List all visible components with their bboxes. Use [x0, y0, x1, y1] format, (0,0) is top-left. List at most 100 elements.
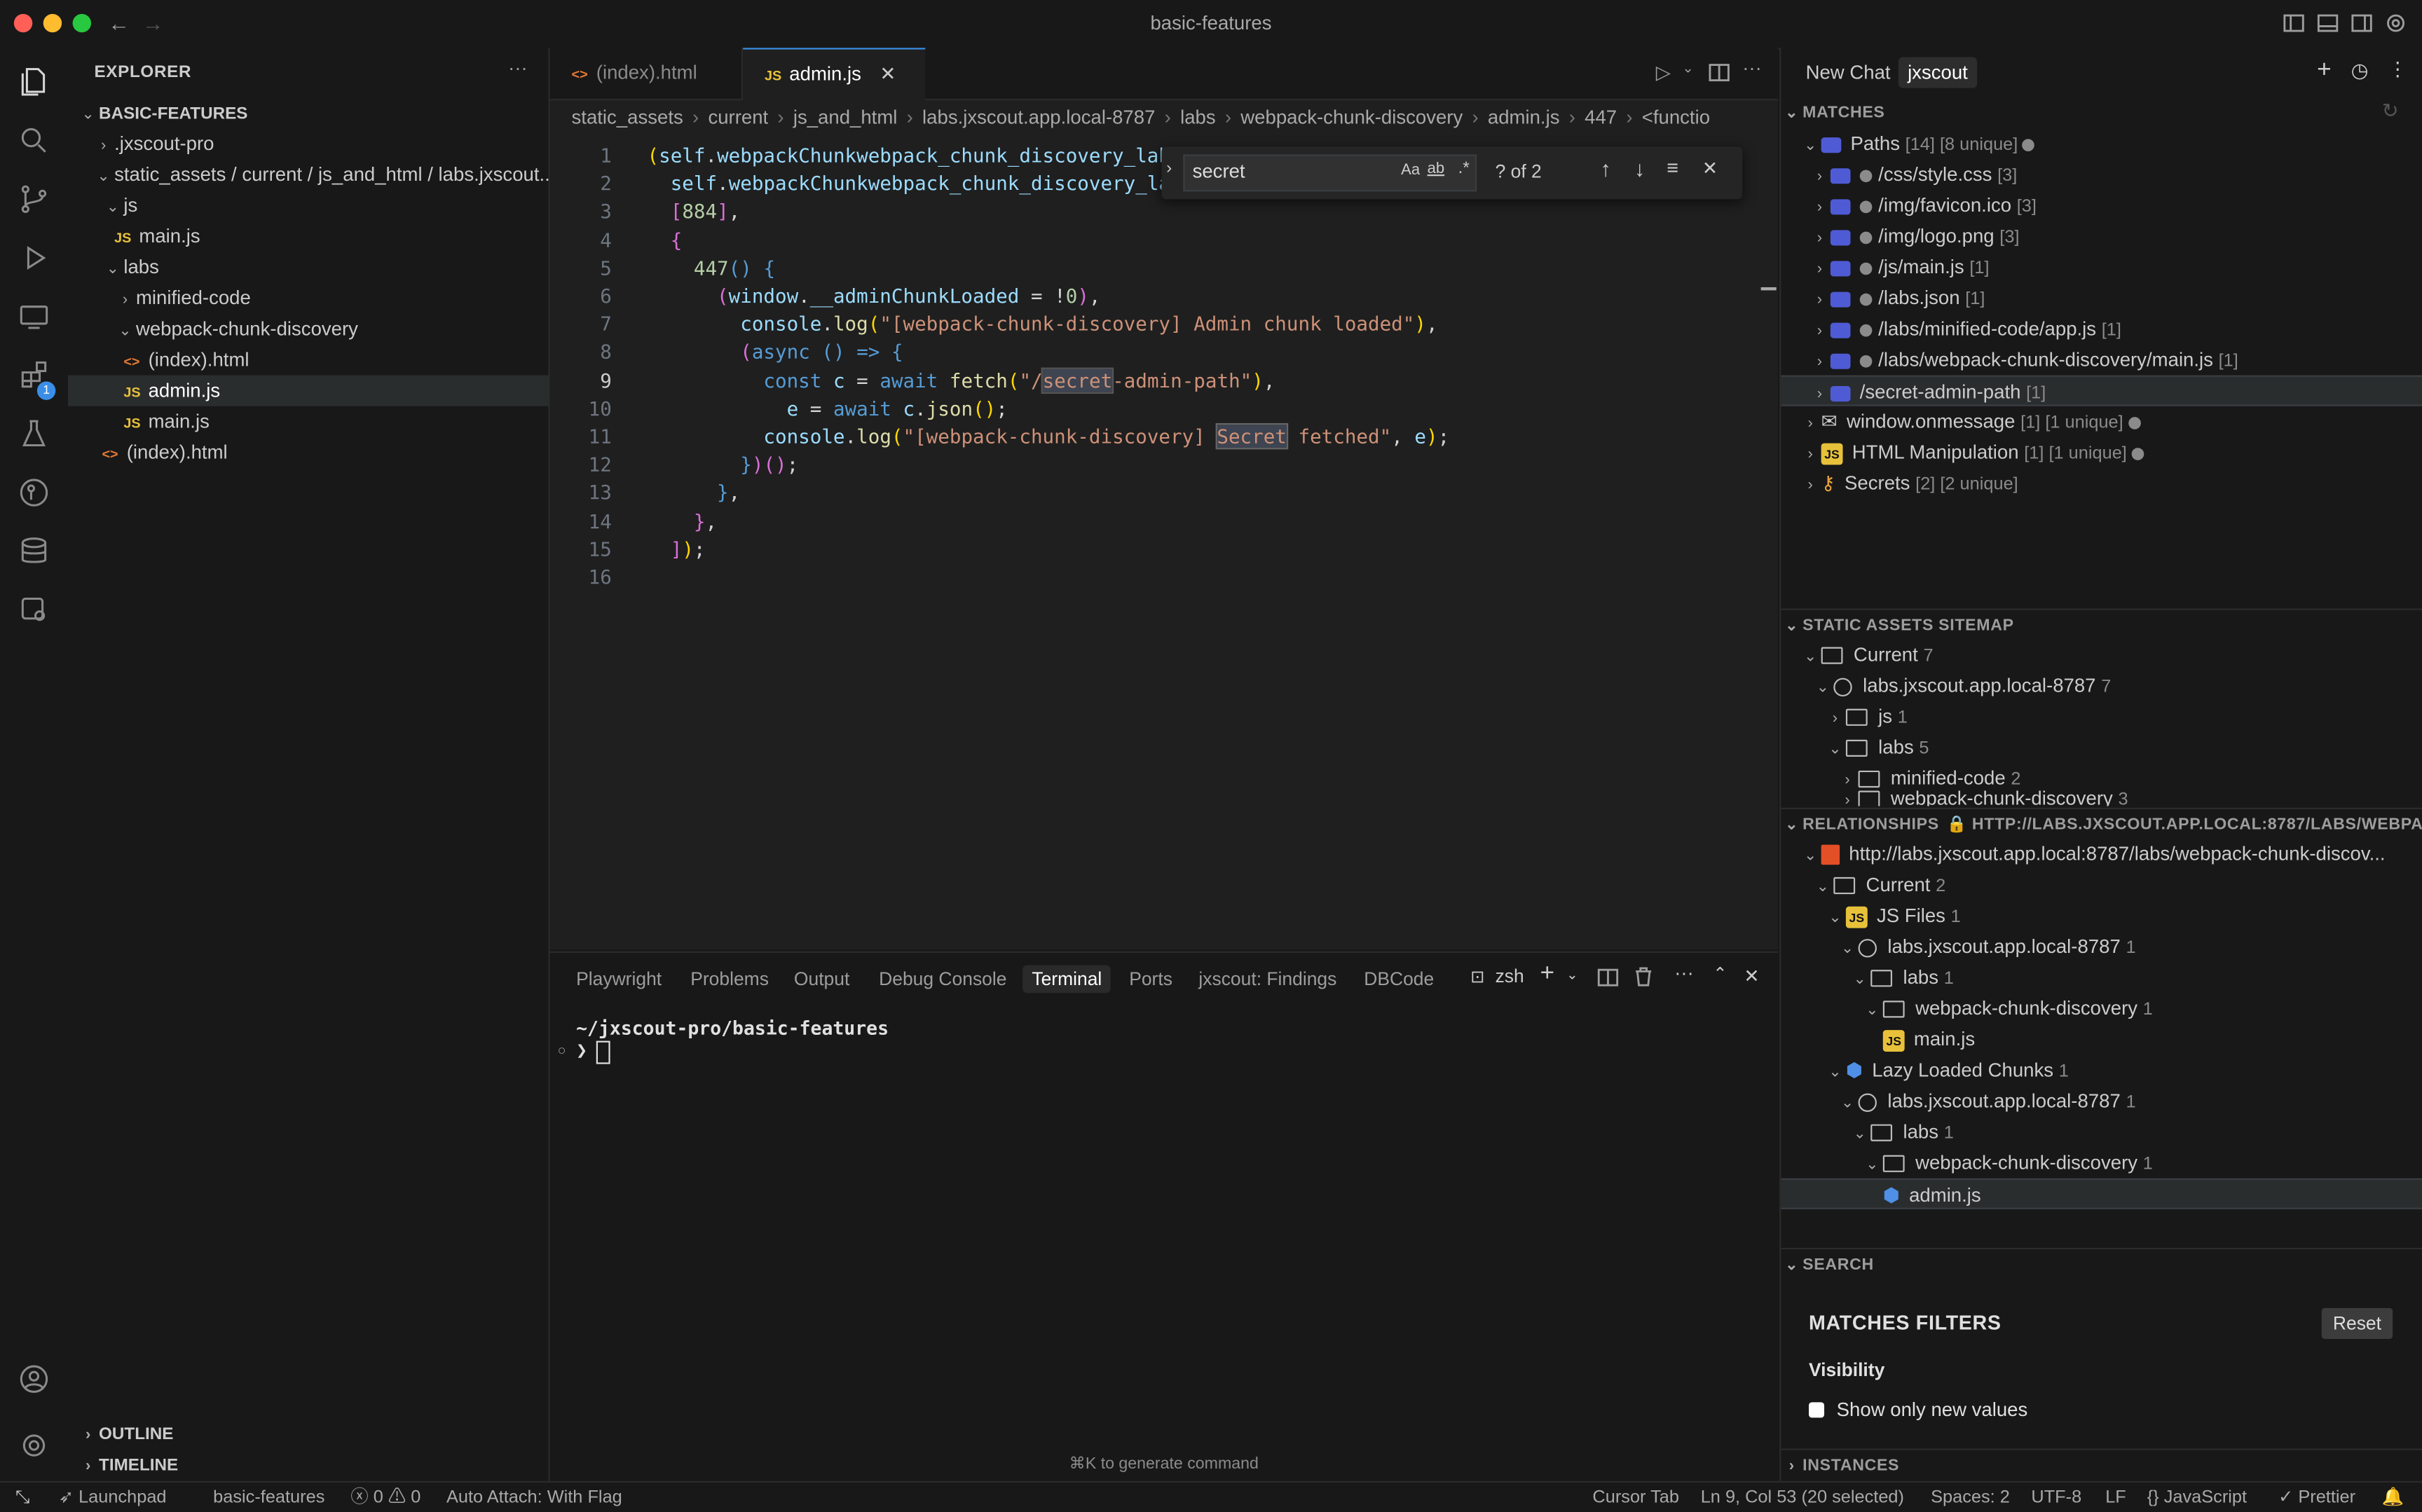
match-path-item[interactable]: › /secret-admin-path [1]	[1781, 375, 2422, 406]
maximize-panel-icon[interactable]: ⌃	[1713, 963, 1727, 984]
match-path-item[interactable]: › /img/favicon.ico [3]	[1781, 190, 2422, 221]
code-line[interactable]: 16	[550, 563, 1778, 591]
right-more-icon[interactable]: ⋮	[2388, 57, 2408, 81]
match-path-item[interactable]: › /labs.json [1]	[1781, 282, 2422, 313]
relationships-header[interactable]: ⌄ RELATIONSHIPS 🔒 HTTP://LABS.JXSCOUT.APP.L…	[1781, 807, 2422, 840]
sitemap-minified-code[interactable]: › minified-code 2	[1781, 763, 2422, 794]
match-path-item[interactable]: › /labs/webpack-chunk-discovery/main.js […	[1781, 345, 2422, 376]
tab-new-chat[interactable]: New Chat	[1806, 62, 1891, 83]
more-actions-icon[interactable]: ···	[508, 57, 528, 79]
sitemap-header[interactable]: ⌄ STATIC ASSETS SITEMAP	[1781, 608, 2422, 640]
search-header[interactable]: ⌄ SEARCH	[1781, 1247, 2422, 1280]
code-line[interactable]: 15 ]);	[550, 535, 1778, 563]
sitemap-labs[interactable]: ⌄ labs 5	[1781, 732, 2422, 763]
split-editor-icon[interactable]	[1709, 63, 1730, 82]
code-line[interactable]: 9 const c = await fetch("/secret-admin-p…	[550, 366, 1778, 395]
shell-name[interactable]: zsh	[1496, 965, 1524, 987]
sitemap-js[interactable]: › js 1	[1781, 701, 2422, 732]
outline-section[interactable]: › OUTLINE	[68, 1420, 548, 1450]
tab-playwright[interactable]: Playwright	[576, 965, 662, 994]
breadcrumb-item[interactable]: current	[708, 106, 768, 128]
account-icon[interactable]	[15, 1361, 53, 1398]
git-graph-icon[interactable]	[15, 474, 53, 511]
code-line[interactable]: 11 console.log("[webpack-chunk-discovery…	[550, 422, 1778, 451]
tree-item-labs-folder[interactable]: ⌄ labs	[68, 252, 548, 282]
tree-item-static-assets[interactable]: ⌄ static_assets / current / js_and_html /…	[68, 159, 555, 190]
add-icon[interactable]: +	[2317, 57, 2332, 85]
rel-webpack-chunk-discovery[interactable]: ⌄ webpack-chunk-discovery 1	[1781, 993, 2422, 1024]
code-view[interactable]: 1 (self.webpackChunkwebpack_chunk_discove…	[550, 142, 1778, 605]
toggle-panel-icon[interactable]	[2317, 14, 2339, 32]
code-line[interactable]: 14 },	[550, 507, 1778, 535]
rel-webpack-chunk-discovery-2[interactable]: ⌄ webpack-chunk-discovery 1	[1781, 1148, 2422, 1178]
match-case-icon[interactable]: Aa	[1401, 162, 1420, 179]
remote-explorer-icon[interactable]	[15, 298, 53, 335]
close-find-icon[interactable]: ✕	[1702, 158, 1718, 179]
refresh-icon[interactable]: ↻	[2382, 99, 2399, 123]
breadcrumb-item[interactable]: admin.js	[1488, 106, 1560, 128]
previous-match-icon[interactable]: ↑	[1600, 156, 1610, 181]
tree-item-webpack-chunk-discovery[interactable]: ⌄ webpack-chunk-discovery	[68, 313, 548, 344]
tab-problems[interactable]: Problems	[690, 965, 769, 994]
close-tab-icon[interactable]: ✕	[880, 63, 896, 85]
reset-button[interactable]: Reset	[2321, 1307, 2393, 1339]
find-input[interactable]: secret	[1193, 160, 1245, 182]
code-line[interactable]: 3 [884],	[550, 198, 1778, 226]
rel-host[interactable]: ⌄ labs.jxscout.app.local-8787 1	[1781, 931, 2422, 962]
jxscout-icon[interactable]	[15, 591, 53, 628]
tree-item-root-index-html[interactable]: <> (index).html	[68, 437, 548, 468]
tab-debug-console[interactable]: Debug Console	[879, 965, 1006, 994]
tab-output[interactable]: Output	[794, 965, 849, 994]
breadcrumb-item[interactable]: webpack-chunk-discovery	[1240, 106, 1463, 128]
new-terminal-icon[interactable]: +	[1540, 961, 1554, 989]
toggle-replace-chevron-icon[interactable]: ›	[1166, 159, 1172, 177]
run-debug-icon[interactable]	[15, 240, 53, 277]
testing-flask-icon[interactable]	[15, 415, 53, 453]
tree-item-js-folder[interactable]: ⌄ js	[68, 190, 548, 221]
code-line[interactable]: 5 447() {	[550, 254, 1778, 282]
encoding-item[interactable]: UTF-8	[2031, 1483, 2081, 1512]
matches-onmessage-group[interactable]: › ✉ window.onmessage [1] [1 unique]	[1781, 406, 2422, 437]
code-line[interactable]: 8 (async () => {	[550, 339, 1778, 367]
tab-jxscout-findings[interactable]: jxscout: Findings	[1198, 965, 1336, 994]
close-panel-icon[interactable]: ✕	[1744, 965, 1759, 987]
matches-secrets-group[interactable]: › ⚷ Secrets [2] [2 unique]	[1781, 468, 2422, 499]
tab-admin-js[interactable]: JS admin.js ✕	[743, 48, 926, 102]
whole-word-icon[interactable]: ab	[1428, 160, 1445, 177]
manage-gear-icon[interactable]	[15, 1427, 53, 1464]
code-line[interactable]: 6 (window.__adminChunkLoaded = !0),	[550, 282, 1778, 310]
rel-main-js[interactable]: JS main.js	[1781, 1024, 2422, 1054]
sitemap-current[interactable]: ⌄ Current 7	[1781, 639, 2422, 670]
tab-index-html[interactable]: <> (index).html	[550, 48, 744, 99]
rel-js-files[interactable]: ⌄ JS JS Files 1	[1781, 900, 2422, 931]
breadcrumb-item[interactable]: 447	[1585, 106, 1617, 128]
cursor-tab-item[interactable]: Cursor Tab	[1592, 1483, 1679, 1512]
rel-lazy-loaded-chunks[interactable]: ⌄ ⬢ Lazy Loaded Chunks 1	[1781, 1054, 2422, 1085]
prettier-item[interactable]: ✓ Prettier	[2278, 1483, 2355, 1512]
history-clock-icon[interactable]: ◷	[2351, 59, 2369, 83]
find-in-selection-icon[interactable]: ≡	[1667, 156, 1678, 179]
remote-icon[interactable]: ⤡	[15, 1483, 29, 1512]
code-line[interactable]: 10 e = await c.json();	[550, 395, 1778, 423]
tree-item-main-js[interactable]: JS main.js	[68, 221, 548, 252]
toggle-secondary-sidebar-icon[interactable]	[2351, 14, 2373, 32]
breadcrumb-item[interactable]: static_assets	[572, 106, 683, 128]
rel-host-2[interactable]: ⌄ labs.jxscout.app.local-8787 1	[1781, 1085, 2422, 1116]
language-item[interactable]: {} JavaScript	[2147, 1483, 2247, 1512]
tree-item-minified-code[interactable]: › minified-code	[68, 282, 548, 313]
kill-terminal-trash-icon[interactable]	[1634, 967, 1653, 987]
auto-attach-item[interactable]: Auto Attach: With Flag	[446, 1483, 622, 1512]
explorer-icon[interactable]	[15, 63, 53, 100]
find-input-box[interactable]: secret Aa ab .*	[1183, 154, 1477, 192]
rel-labs-2[interactable]: ⌄ labs 1	[1781, 1117, 2422, 1148]
tree-item-jxscout-pro[interactable]: › .jxscout-pro	[68, 128, 548, 159]
match-path-item[interactable]: › /css/style.css [3]	[1781, 159, 2422, 190]
editor-more-icon[interactable]: ···	[1742, 57, 1762, 79]
instances-header[interactable]: › INSTANCES	[1781, 1448, 2422, 1480]
tab-ports[interactable]: Ports	[1129, 965, 1172, 994]
database-icon[interactable]	[15, 532, 53, 570]
terminal-cursor[interactable]	[596, 1040, 610, 1064]
code-line[interactable]: 7 console.log("[webpack-chunk-discovery]…	[550, 310, 1778, 338]
matches-header[interactable]: ⌄ MATCHES	[1781, 97, 2422, 128]
tree-item-admin-js[interactable]: JS admin.js	[67, 375, 549, 406]
